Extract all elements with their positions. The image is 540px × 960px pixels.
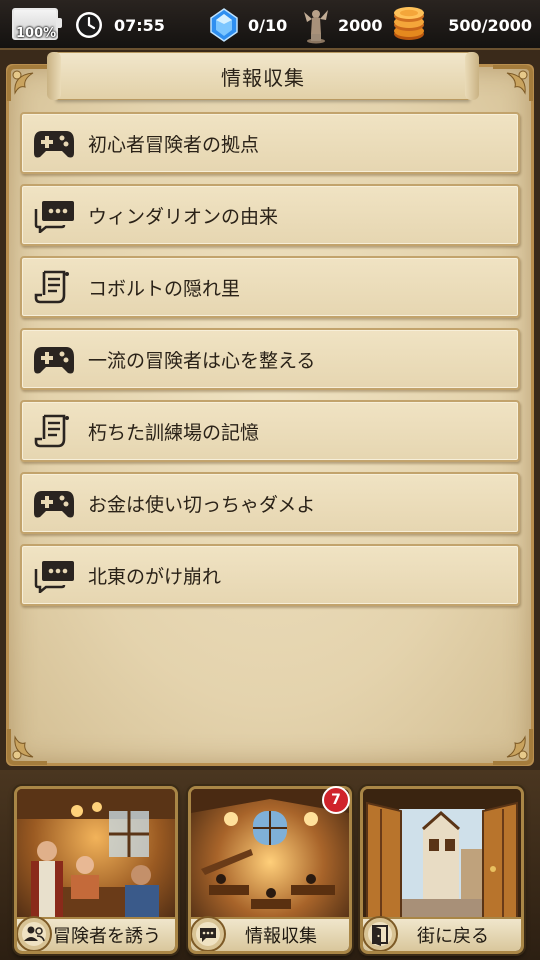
recruit-label-bar: 冒険者を誘う bbox=[17, 916, 175, 951]
return-label: 街に戻る bbox=[417, 926, 489, 947]
notification-badge: 7 bbox=[322, 786, 350, 814]
list-item[interactable]: お金は使い切っちゃダメよ bbox=[20, 472, 520, 534]
corner-ornament-icon bbox=[493, 729, 533, 765]
battery-level: 100% bbox=[16, 26, 57, 41]
renown-count: 2000 bbox=[338, 16, 383, 35]
list-item[interactable]: 初心者冒険者の拠点 bbox=[20, 112, 520, 174]
chat-bubble-icon bbox=[191, 916, 226, 951]
corner-ornament-icon bbox=[493, 65, 533, 101]
list-item[interactable]: 北東のがけ崩れ bbox=[20, 544, 520, 606]
gamepad-icon bbox=[34, 347, 74, 374]
list-item-label: 初心者冒険者の拠点 bbox=[88, 133, 260, 156]
list-item-label: 朽ちた訓練場の記憶 bbox=[88, 421, 260, 444]
clock-time: 07:55 bbox=[114, 16, 165, 35]
list-item[interactable]: 朽ちた訓練場の記憶 bbox=[20, 400, 520, 462]
clock-icon bbox=[76, 12, 102, 38]
gem-icon bbox=[210, 8, 238, 42]
info-label: 情報収集 bbox=[245, 926, 317, 947]
status-bar: 100% 07:55 0/10 2000 500/2000 bbox=[0, 0, 540, 50]
list-item-label: お金は使い切っちゃダメよ bbox=[88, 493, 316, 516]
gold-count: 500/2000 bbox=[448, 16, 532, 35]
list-item[interactable]: 一流の冒険者は心を整える bbox=[20, 328, 520, 390]
return-label-bar: 街に戻る bbox=[363, 916, 521, 951]
list-item[interactable]: コボルトの隠れ里 bbox=[20, 256, 520, 318]
gold-coin-icon bbox=[394, 7, 424, 40]
gem-count: 0/10 bbox=[248, 16, 288, 35]
recruit-label: 冒険者を誘う bbox=[53, 926, 161, 947]
door-exit-icon bbox=[363, 916, 398, 951]
scroll-icon bbox=[34, 414, 69, 448]
list-item-label: 一流の冒険者は心を整える bbox=[88, 349, 316, 372]
page-title: 情報収集 bbox=[221, 65, 305, 90]
list-item-label: コボルトの隠れ里 bbox=[88, 277, 241, 300]
panel-title-banner: 情報収集 bbox=[47, 52, 470, 100]
gamepad-icon bbox=[34, 131, 74, 158]
corner-ornament-icon bbox=[7, 729, 47, 765]
scroll-icon bbox=[34, 270, 69, 304]
chat-bubble-icon bbox=[34, 201, 74, 233]
list-item-label: ウィンダリオンの由来 bbox=[88, 205, 279, 228]
bottom-nav: 冒険者を誘う 情報収集 街に戻る bbox=[0, 770, 540, 960]
gamepad-icon bbox=[34, 491, 74, 518]
list-item[interactable]: ウィンダリオンの由来 bbox=[20, 184, 520, 246]
statue-icon bbox=[304, 10, 328, 44]
info-label-bar: 情報収集 bbox=[191, 916, 349, 951]
corner-ornament-icon bbox=[7, 65, 47, 101]
people-icon bbox=[17, 916, 52, 951]
recruit-adventurers-button[interactable]: 冒険者を誘う bbox=[14, 786, 178, 954]
battery-nub bbox=[58, 18, 62, 28]
list-item-label: 北東のがけ崩れ bbox=[88, 565, 222, 588]
return-to-town-button[interactable]: 街に戻る bbox=[360, 786, 524, 954]
chat-bubble-icon bbox=[34, 561, 74, 593]
